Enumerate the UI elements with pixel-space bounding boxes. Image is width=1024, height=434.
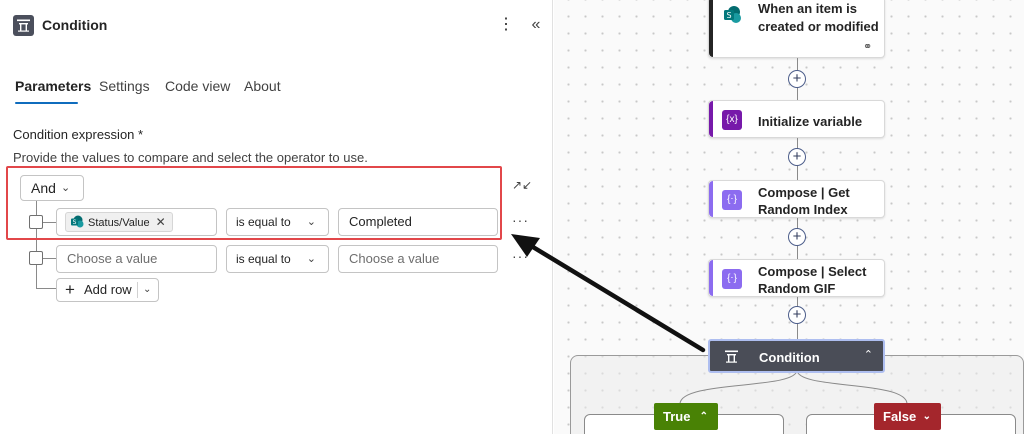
annotation-arrow [511,234,706,353]
